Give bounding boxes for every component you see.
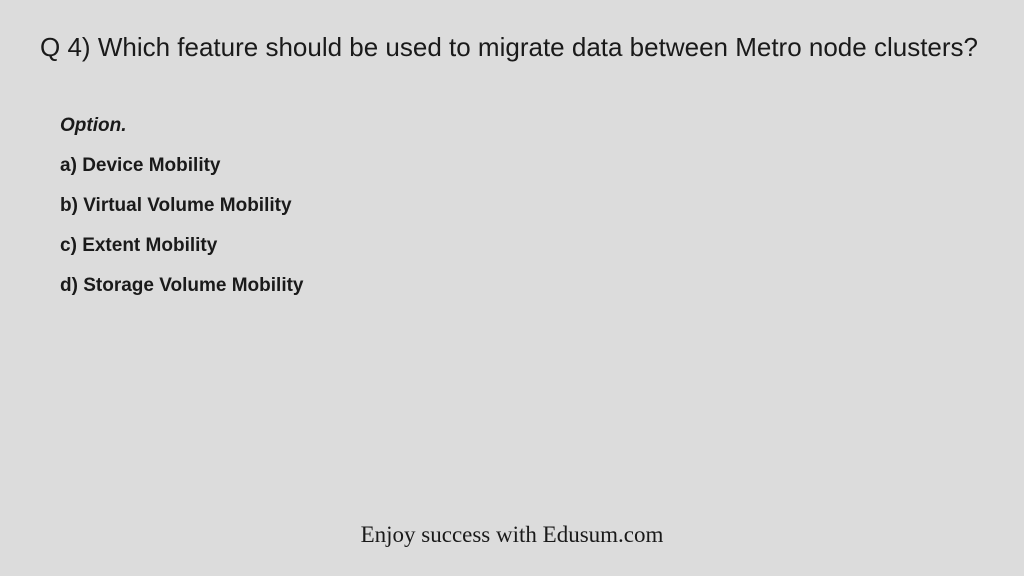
option-letter: c) [60,235,77,256]
question-text: Q 4) Which feature should be used to mig… [40,30,984,65]
option-text: Device Mobility [82,155,220,176]
footer-text: Enjoy success with Edusum.com [0,522,1024,548]
option-letter: b) [60,195,78,216]
option-text: Extent Mobility [82,235,217,256]
question-body: Which feature should be used to migrate … [98,32,978,62]
option-b: b) Virtual Volume Mobility [60,195,984,217]
options-container: Option. a) Device Mobility b) Virtual Vo… [40,115,984,297]
option-header: Option. [60,115,984,137]
option-a: a) Device Mobility [60,155,984,177]
option-c: c) Extent Mobility [60,235,984,257]
option-text: Virtual Volume Mobility [83,195,291,216]
option-text: Storage Volume Mobility [83,275,303,296]
question-container: Q 4) Which feature should be used to mig… [0,0,1024,297]
question-prefix: Q 4) [40,32,91,62]
option-d: d) Storage Volume Mobility [60,275,984,297]
option-letter: d) [60,275,78,296]
option-letter: a) [60,155,77,176]
